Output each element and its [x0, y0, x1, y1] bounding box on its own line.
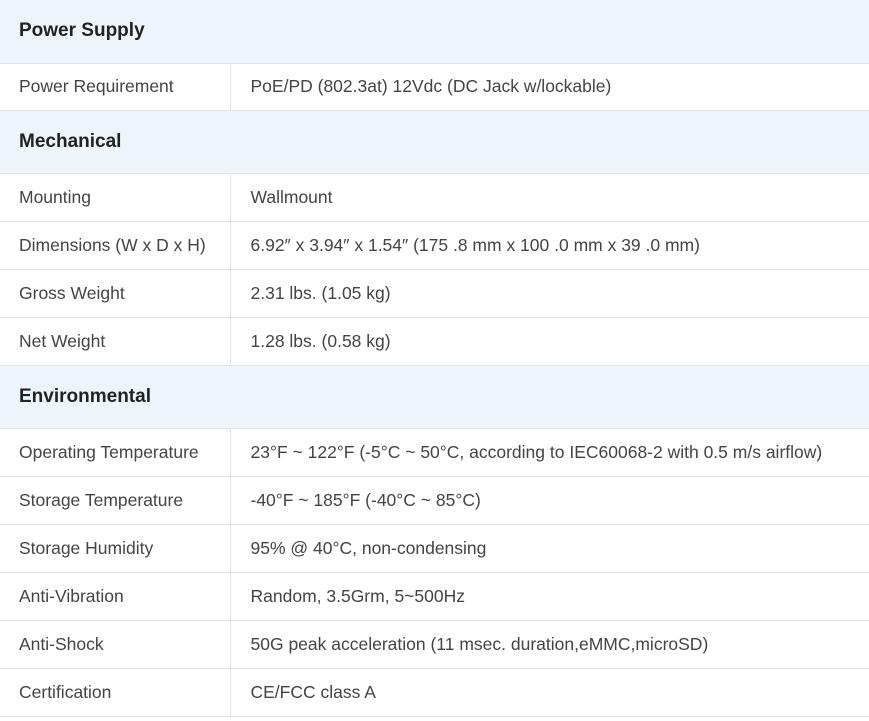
spec-label: Net Weight: [0, 317, 231, 366]
section-title: Mechanical: [0, 110, 869, 174]
section-header-power-supply: Power Supply: [0, 0, 869, 64]
spec-value: 50G peak acceleration (11 msec. duration…: [230, 620, 869, 669]
spec-value: 2.31 lbs. (1.05 kg): [230, 269, 869, 318]
spec-value: CE/FCC class A: [230, 668, 869, 717]
spec-label: Gross Weight: [0, 269, 231, 318]
spec-label: Anti-Shock: [0, 620, 231, 669]
spec-value: 95% @ 40°C, non-condensing: [230, 524, 869, 573]
spec-row: Anti-Vibration Random, 3.5Grm, 5~500Hz: [0, 572, 869, 621]
spec-value: 6.92″ x 3.94″ x 1.54″ (175 .8 mm x 100 .…: [230, 221, 869, 270]
spec-value: Wallmount: [230, 173, 869, 222]
section-title: Power Supply: [0, 0, 869, 64]
spec-row: Power Requirement PoE/PD (802.3at) 12Vdc…: [0, 63, 869, 111]
section-title: Environmental: [0, 365, 869, 429]
spec-label: Operating Temperature: [0, 428, 231, 477]
spec-row: Anti-Shock 50G peak acceleration (11 mse…: [0, 620, 869, 669]
spec-row: Certification CE/FCC class A: [0, 668, 869, 717]
spec-label: Certification: [0, 668, 231, 717]
spec-label: Dimensions (W x D x H): [0, 221, 231, 270]
spec-table: Power Supply Power Requirement PoE/PD (8…: [0, 0, 869, 717]
spec-label: Storage Temperature: [0, 476, 231, 525]
spec-label: Mounting: [0, 173, 231, 222]
section-header-environmental: Environmental: [0, 365, 869, 429]
spec-label: Storage Humidity: [0, 524, 231, 573]
spec-value: Random, 3.5Grm, 5~500Hz: [230, 572, 869, 621]
spec-row: Dimensions (W x D x H) 6.92″ x 3.94″ x 1…: [0, 221, 869, 270]
spec-label: Anti-Vibration: [0, 572, 231, 621]
spec-row: Storage Humidity 95% @ 40°C, non-condens…: [0, 524, 869, 573]
spec-value: -40°F ~ 185°F (-40°C ~ 85°C): [230, 476, 869, 525]
spec-row: Mounting Wallmount: [0, 173, 869, 222]
spec-value: PoE/PD (802.3at) 12Vdc (DC Jack w/lockab…: [230, 63, 869, 111]
spec-label: Power Requirement: [0, 63, 231, 111]
spec-row: Gross Weight 2.31 lbs. (1.05 kg): [0, 269, 869, 318]
spec-row: Net Weight 1.28 lbs. (0.58 kg): [0, 317, 869, 366]
spec-value: 23°F ~ 122°F (-5°C ~ 50°C, according to …: [230, 428, 869, 477]
spec-value: 1.28 lbs. (0.58 kg): [230, 317, 869, 366]
spec-row: Operating Temperature 23°F ~ 122°F (-5°C…: [0, 428, 869, 477]
spec-row: Storage Temperature -40°F ~ 185°F (-40°C…: [0, 476, 869, 525]
section-header-mechanical: Mechanical: [0, 110, 869, 174]
